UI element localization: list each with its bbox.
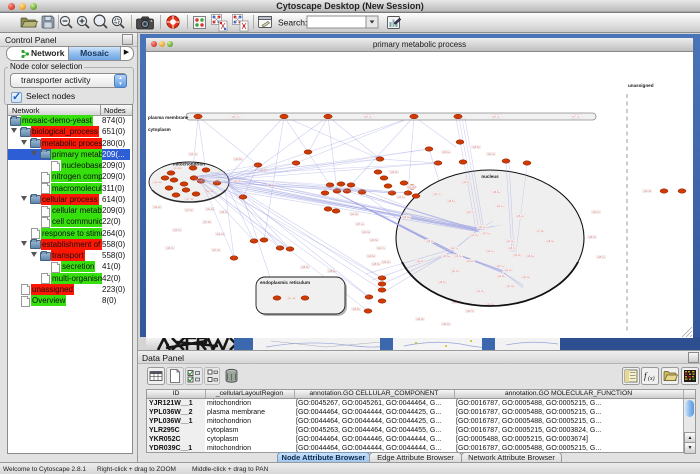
svg-text:rpl3-7a: rpl3-7a bbox=[433, 193, 441, 196]
svg-text:mitochondrion: mitochondrion bbox=[173, 162, 205, 167]
svg-text:rpl3-1a: rpl3-1a bbox=[397, 196, 405, 199]
svg-text:rpl6-4a: rpl6-4a bbox=[644, 190, 652, 193]
svg-text:rpl3-3a: rpl3-3a bbox=[451, 270, 459, 273]
svg-text:rpl2-5a: rpl2-5a bbox=[513, 254, 521, 257]
svg-text:rpl4-3a: rpl4-3a bbox=[470, 234, 478, 237]
svg-text:rpl3-1a: rpl3-1a bbox=[496, 205, 504, 208]
svg-text:nucleus: nucleus bbox=[481, 174, 499, 179]
svg-text:rpl0-7a: rpl0-7a bbox=[466, 310, 474, 313]
svg-text:rpl0-7a: rpl0-7a bbox=[466, 211, 474, 214]
svg-text:rpl2-2a: rpl2-2a bbox=[153, 206, 161, 209]
svg-text:rpl8-1a: rpl8-1a bbox=[492, 116, 500, 119]
svg-text:rpl2-3a: rpl2-3a bbox=[189, 153, 197, 156]
svg-text:rpl8-5a: rpl8-5a bbox=[492, 191, 500, 194]
svg-text:rpl5-4a: rpl5-4a bbox=[462, 181, 470, 184]
svg-text:rpl1-3a: rpl1-3a bbox=[288, 297, 296, 300]
svg-text:rpl7-5a: rpl7-5a bbox=[185, 209, 193, 212]
svg-text:rpl4-0a: rpl4-0a bbox=[407, 186, 415, 189]
svg-text:cytoplasm: cytoplasm bbox=[148, 127, 171, 132]
svg-text:rpl6-5a: rpl6-5a bbox=[472, 146, 480, 149]
svg-text:rpl6-6a: rpl6-6a bbox=[454, 255, 462, 258]
svg-text:rpl1-7a: rpl1-7a bbox=[377, 247, 385, 250]
svg-text:rpl1-0a: rpl1-0a bbox=[350, 213, 358, 216]
svg-text:rpl0-7a: rpl0-7a bbox=[592, 211, 600, 214]
svg-text:rpl6-8a: rpl6-8a bbox=[301, 266, 309, 269]
svg-text:rpl5-5a: rpl5-5a bbox=[372, 263, 380, 266]
svg-text:unassigned: unassigned bbox=[628, 83, 654, 88]
svg-text:rpl3-8a: rpl3-8a bbox=[370, 239, 378, 242]
svg-text:rpl3-7a: rpl3-7a bbox=[496, 265, 504, 268]
svg-text:rpl7-8a: rpl7-8a bbox=[536, 230, 544, 233]
svg-text:rpl6-7a: rpl6-7a bbox=[166, 247, 174, 250]
svg-text:rpl8-5a: rpl8-5a bbox=[438, 281, 446, 284]
svg-text:rpl2-4a: rpl2-4a bbox=[154, 181, 162, 184]
svg-text:rpl7-1a: rpl7-1a bbox=[482, 232, 490, 235]
svg-text:rpl0-6a: rpl0-6a bbox=[367, 255, 375, 258]
svg-text:rpl4-8a: rpl4-8a bbox=[174, 167, 182, 170]
svg-text:rpl3-5a: rpl3-5a bbox=[352, 308, 360, 311]
svg-text:rpl2-8a: rpl2-8a bbox=[234, 158, 242, 161]
svg-text:rpl8-5a: rpl8-5a bbox=[447, 200, 455, 203]
svg-text:rpl8-0a: rpl8-0a bbox=[546, 240, 554, 243]
svg-text:rpl7-1a: rpl7-1a bbox=[572, 116, 580, 119]
svg-text:rpl3-4a: rpl3-4a bbox=[478, 226, 486, 229]
svg-text:rpl4-7a: rpl4-7a bbox=[173, 229, 181, 232]
svg-text:rpl4-2a: rpl4-2a bbox=[416, 260, 424, 263]
svg-text:rpl5-7a: rpl5-7a bbox=[597, 256, 605, 259]
svg-text:rpl3-3a: rpl3-3a bbox=[487, 153, 495, 156]
svg-text:rpl2-2a: rpl2-2a bbox=[504, 269, 512, 272]
svg-text:plasma membrane: plasma membrane bbox=[148, 115, 189, 120]
svg-text:rpl5-3a: rpl5-3a bbox=[390, 171, 398, 174]
svg-text:(x): (x) bbox=[648, 375, 655, 382]
svg-text:rpl4-0a: rpl4-0a bbox=[506, 240, 514, 243]
svg-text:rpl6-6a: rpl6-6a bbox=[526, 255, 534, 258]
svg-text:rpl2-7a: rpl2-7a bbox=[450, 247, 458, 250]
svg-text:rpl6-7a: rpl6-7a bbox=[508, 247, 516, 250]
svg-text:rpl4-8a: rpl4-8a bbox=[497, 275, 505, 278]
svg-text:rpl4-0a: rpl4-0a bbox=[362, 231, 370, 234]
svg-text:rpl2-1a: rpl2-1a bbox=[486, 250, 494, 253]
svg-text:rpl5-0a: rpl5-0a bbox=[426, 240, 434, 243]
svg-text:rpl4-0a: rpl4-0a bbox=[506, 285, 514, 288]
svg-text:rpl7-0a: rpl7-0a bbox=[212, 249, 220, 252]
svg-text:rpl2-2a: rpl2-2a bbox=[216, 233, 224, 236]
svg-text:rpl1-5a: rpl1-5a bbox=[476, 290, 484, 293]
svg-text:rpl5-5a: rpl5-5a bbox=[588, 236, 596, 239]
svg-text:rpl3-2a: rpl3-2a bbox=[442, 323, 450, 326]
svg-text:rpl0-1a: rpl0-1a bbox=[232, 116, 240, 119]
svg-text:rpl7-3a: rpl7-3a bbox=[186, 198, 194, 201]
svg-text:rpl3-1a: rpl3-1a bbox=[442, 151, 450, 154]
svg-text:rpl6-3a: rpl6-3a bbox=[382, 261, 390, 264]
svg-text:rpl2-0a: rpl2-0a bbox=[522, 276, 530, 279]
svg-text:rpl7-1a: rpl7-1a bbox=[356, 223, 364, 226]
svg-text:endoplasmic reticulum: endoplasmic reticulum bbox=[260, 280, 310, 285]
svg-text:rpl6-1a: rpl6-1a bbox=[364, 116, 372, 119]
svg-text:rpl3-6a: rpl3-6a bbox=[442, 255, 450, 258]
svg-text:rpl0-2a: rpl0-2a bbox=[466, 260, 474, 263]
svg-text:rpl4-6a: rpl4-6a bbox=[416, 318, 424, 321]
svg-text:rpl5-2a: rpl5-2a bbox=[516, 215, 524, 218]
svg-text:rpl8-3a: rpl8-3a bbox=[402, 216, 410, 219]
svg-text:Search:: Search: bbox=[278, 18, 307, 28]
svg-text:rpl6-7a: rpl6-7a bbox=[220, 211, 228, 214]
svg-text:rpl7-8a: rpl7-8a bbox=[203, 221, 211, 224]
